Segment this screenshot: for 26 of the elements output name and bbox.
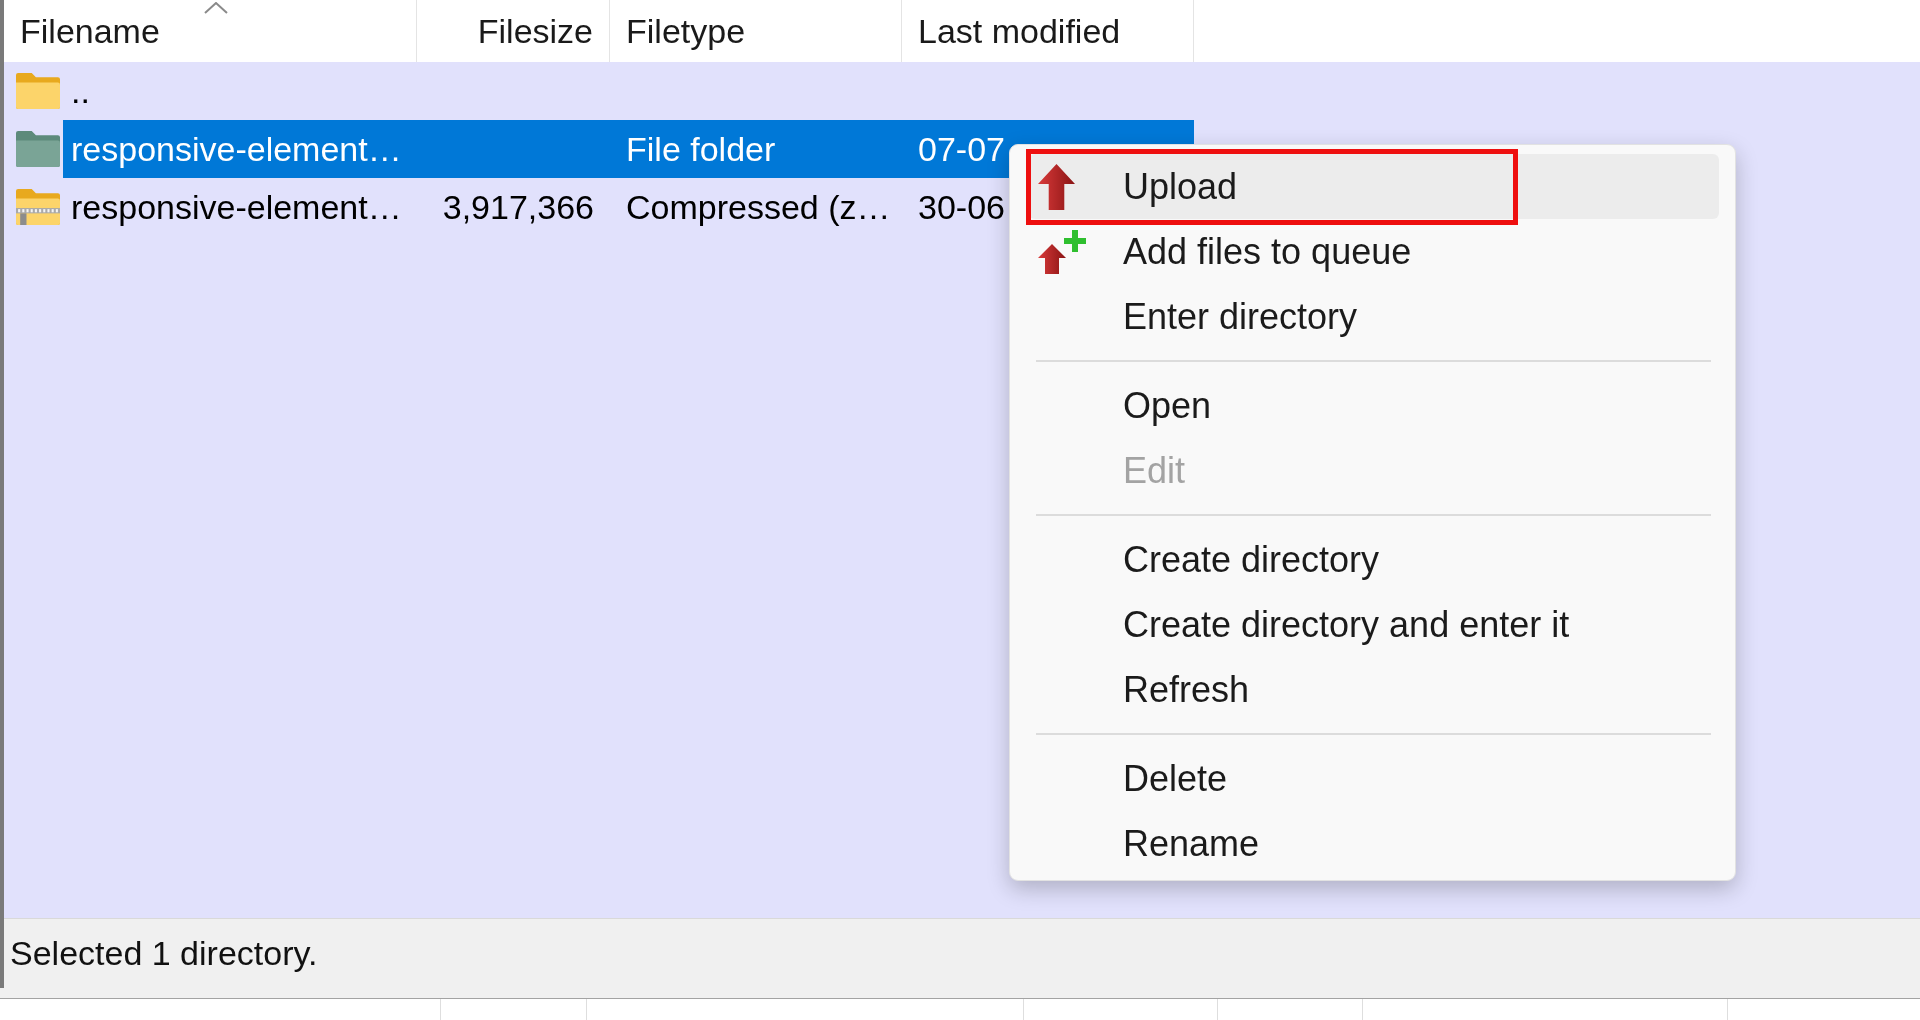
- column-header[interactable]: Filesize: [417, 0, 610, 62]
- menu-item[interactable]: Rename: [1029, 811, 1719, 876]
- up-arrow-icon: [1038, 163, 1075, 210]
- file-name: responsive-element…: [71, 129, 402, 168]
- file-size: 3,917,366: [442, 187, 594, 226]
- menu-item[interactable]: Create directory: [1029, 527, 1719, 592]
- zip-folder-icon: [16, 189, 60, 225]
- menu-item[interactable]: Refresh: [1029, 657, 1719, 722]
- modified-date: 30-06: [918, 187, 1005, 226]
- file-name: ..: [71, 71, 90, 110]
- status-text: Selected 1 directory.: [10, 933, 318, 974]
- menu-item[interactable]: Enter directory: [1029, 284, 1719, 349]
- file-type: File folder: [626, 129, 776, 168]
- menu-item[interactable]: Add files to queue: [1029, 219, 1719, 284]
- column-header[interactable]: Filename: [4, 0, 417, 62]
- folder-icon: [16, 73, 60, 109]
- modified-date: 07-07: [918, 129, 1005, 168]
- menu-item[interactable]: Create directory and enter it: [1029, 592, 1719, 657]
- file-type: Compressed (z…: [626, 187, 891, 226]
- file-name: responsive-element…: [71, 187, 402, 226]
- menu-item[interactable]: Open: [1029, 373, 1719, 438]
- folder-icon: [16, 131, 60, 167]
- menu-item[interactable]: Delete: [1029, 746, 1719, 811]
- column-header[interactable]: Filetype: [610, 0, 902, 62]
- column-header[interactable]: Last modified: [902, 0, 1194, 62]
- arrow-plus-icon: [1038, 229, 1086, 274]
